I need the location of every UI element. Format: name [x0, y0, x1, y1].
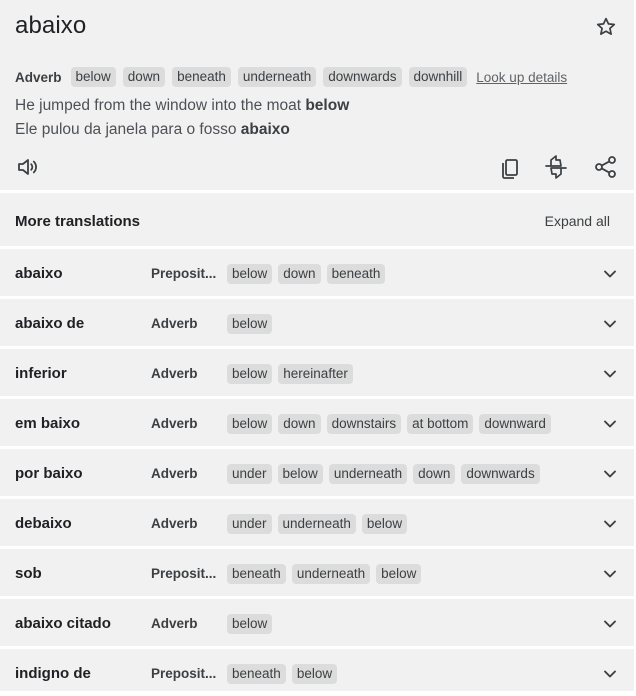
example-target: Ele pulou da janela para o fosso abaixo: [15, 121, 290, 139]
part-of-speech: Preposit...: [151, 666, 217, 681]
translation-chips: below: [227, 314, 587, 336]
translation-word: abaixo citado: [15, 615, 111, 632]
example-target-text: Ele pulou da janela para o fosso: [15, 121, 241, 138]
part-of-speech: Preposit...: [151, 266, 217, 281]
more-translations-header: More translations Expand all: [0, 193, 634, 246]
back-translation-chip[interactable]: beneath: [326, 264, 386, 284]
definition-row: Adverb below down beneath underneath dow…: [15, 66, 567, 88]
translation-row[interactable]: abaixo Preposit... below down beneath: [0, 249, 634, 296]
part-of-speech: Adverb: [151, 616, 198, 631]
back-translation-chip[interactable]: below: [277, 464, 323, 484]
back-translation-chip[interactable]: at bottom: [407, 414, 474, 434]
translation-chips: below: [227, 614, 587, 636]
translation-chips: beneath below: [227, 664, 587, 686]
translation-word: abaixo: [15, 265, 63, 282]
translation-word: indigno de: [15, 665, 91, 682]
main-translation-section: abaixo Adverb below down beneath underne…: [0, 0, 634, 190]
translation-chip[interactable]: downhill: [408, 67, 468, 87]
translation-word: por baixo: [15, 465, 83, 482]
feedback-icon[interactable]: [543, 154, 569, 180]
back-translation-chip[interactable]: downward: [479, 414, 551, 434]
more-translations-title: More translations: [15, 213, 141, 230]
speaker-icon[interactable]: [15, 154, 41, 180]
part-of-speech: Adverb: [151, 416, 198, 431]
back-translation-chip[interactable]: below: [361, 514, 408, 534]
back-translation-chip[interactable]: down: [278, 264, 321, 284]
translation-chip[interactable]: underneath: [237, 67, 317, 87]
chevron-down-icon[interactable]: [602, 366, 618, 382]
headword-title: abaixo: [15, 12, 87, 39]
back-translation-chip[interactable]: downwards: [461, 464, 540, 484]
translation-chip[interactable]: downwards: [323, 67, 402, 87]
back-translation-chip[interactable]: down: [278, 414, 321, 434]
translation-word: sob: [15, 565, 42, 582]
chevron-down-icon[interactable]: [602, 466, 618, 482]
part-of-speech: Adverb: [151, 516, 198, 531]
back-translation-chip[interactable]: below: [227, 614, 273, 634]
part-of-speech: Preposit...: [151, 566, 217, 581]
back-translation-chip[interactable]: hereinafter: [278, 364, 353, 384]
back-translation-chip[interactable]: beneath: [227, 664, 286, 684]
translation-word: abaixo de: [15, 315, 85, 332]
translation-word: inferior: [15, 365, 67, 382]
share-icon[interactable]: [593, 154, 619, 180]
chevron-down-icon[interactable]: [602, 266, 618, 282]
translation-word: debaixo: [15, 515, 72, 532]
expand-all-button[interactable]: Expand all: [545, 213, 610, 229]
back-translation-chip[interactable]: under: [227, 514, 272, 534]
part-of-speech: Adverb: [151, 466, 198, 481]
example-source: He jumped from the window into the moat …: [15, 97, 349, 115]
back-translation-chip[interactable]: below: [227, 264, 273, 284]
back-translation-chip[interactable]: downstairs: [326, 414, 402, 434]
star-outline-icon[interactable]: [594, 15, 618, 39]
translation-chips: under underneath below: [227, 514, 587, 536]
back-translation-chip[interactable]: underneath: [328, 464, 408, 484]
chevron-down-icon[interactable]: [602, 516, 618, 532]
look-up-details-link[interactable]: Look up details: [476, 70, 567, 85]
translation-chips: beneath underneath below: [227, 564, 587, 586]
example-source-text: He jumped from the window into the moat: [15, 97, 306, 114]
back-translation-chip[interactable]: under: [227, 464, 272, 484]
back-translation-chip[interactable]: underneath: [291, 564, 371, 584]
translation-card: abaixo Adverb below down beneath underne…: [0, 0, 634, 691]
back-translation-chip[interactable]: below: [227, 414, 273, 434]
chevron-down-icon[interactable]: [602, 616, 618, 632]
translation-chips: below down downstairs at bottom downward: [227, 414, 587, 436]
translation-chip[interactable]: down: [122, 67, 166, 87]
translation-row[interactable]: sob Preposit... beneath underneath below: [0, 549, 634, 596]
back-translation-chip[interactable]: underneath: [277, 514, 356, 534]
translation-row[interactable]: indigno de Preposit... beneath below: [0, 649, 634, 696]
translation-chips: below hereinafter: [227, 364, 587, 386]
back-translation-chip[interactable]: below: [291, 664, 338, 684]
part-of-speech: Adverb: [151, 316, 198, 331]
translation-chips: below down beneath: [227, 264, 587, 286]
part-of-speech: Adverb: [151, 366, 198, 381]
back-translation-chip[interactable]: below: [227, 364, 273, 384]
back-translation-chip[interactable]: beneath: [227, 564, 286, 584]
example-source-highlight: below: [305, 97, 350, 114]
translation-row[interactable]: abaixo de Adverb below: [0, 299, 634, 346]
chevron-down-icon[interactable]: [602, 316, 618, 332]
copy-icon[interactable]: [497, 154, 523, 180]
example-target-highlight: abaixo: [240, 121, 290, 138]
translation-row[interactable]: abaixo citado Adverb below: [0, 599, 634, 646]
chevron-down-icon[interactable]: [602, 566, 618, 582]
back-translation-chip[interactable]: below: [227, 314, 273, 334]
translation-chips: under below underneath down downwards: [227, 464, 587, 486]
translation-row[interactable]: debaixo Adverb under underneath below: [0, 499, 634, 546]
chevron-down-icon[interactable]: [602, 666, 618, 682]
chevron-down-icon[interactable]: [602, 416, 618, 432]
translation-chip[interactable]: below: [70, 67, 116, 87]
back-translation-chip[interactable]: below: [376, 564, 422, 584]
translation-chip[interactable]: beneath: [172, 67, 231, 87]
translation-word: em baixo: [15, 415, 81, 432]
translation-row[interactable]: por baixo Adverb under below underneath down d…: [0, 449, 634, 496]
back-translation-chip[interactable]: down: [413, 464, 456, 484]
part-of-speech: Adverb: [15, 69, 62, 85]
translation-row[interactable]: em baixo Adverb below down downstairs at bott…: [0, 399, 634, 446]
translation-row[interactable]: inferior Adverb below hereinafter: [0, 349, 634, 396]
